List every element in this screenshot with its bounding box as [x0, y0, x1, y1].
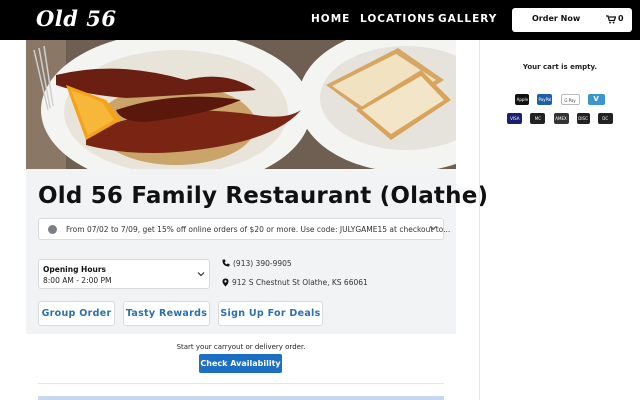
opening-hours-title: Opening Hours — [43, 265, 106, 274]
promo-text: From 07/02 to 7/09, get 15% off online o… — [66, 225, 451, 234]
nav-locations[interactable]: LOCATIONS — [360, 13, 436, 25]
section-strip — [38, 396, 444, 400]
payment-methods-row-2: VISA MC AMEX DISC DC — [480, 108, 640, 127]
apple-pay-icon: Apple Pay — [515, 94, 530, 105]
phone-icon — [222, 259, 230, 267]
visa-icon: VISA — [507, 113, 523, 124]
divider — [38, 383, 444, 384]
sign-up-deals-button[interactable]: Sign Up For Deals — [218, 301, 323, 326]
order-now-button[interactable]: Order Now 0 — [512, 8, 632, 32]
venmo-icon: V — [587, 94, 605, 105]
paypal-icon: PayPal — [537, 94, 553, 105]
mastercard-icon: MC — [530, 113, 546, 124]
cart-count: 0 — [618, 14, 624, 23]
payment-methods-row-1: Apple Pay PayPal G Pay V — [480, 89, 640, 108]
group-order-button[interactable]: Group Order — [38, 301, 115, 326]
hero-food-image — [26, 40, 456, 169]
address-text[interactable]: 912 S Chestnut St Olathe, KS 66061 — [232, 278, 368, 287]
check-availability-button[interactable]: Check Availability — [199, 354, 282, 373]
opening-hours-dropdown[interactable]: Opening Hours 8:00 AM - 2:00 PM — [38, 259, 210, 289]
opening-hours-value: 8:00 AM - 2:00 PM — [43, 276, 112, 285]
nav-gallery[interactable]: GALLERY — [438, 13, 497, 25]
restaurant-panel: Old 56 Family Restaurant (Olathe) From 0… — [26, 40, 488, 400]
phone-number[interactable]: (913) 390-9905 — [233, 259, 292, 268]
tasty-rewards-button[interactable]: Tasty Rewards — [123, 301, 210, 326]
availability-section: Start your carryout or delivery order. C… — [26, 334, 456, 400]
google-pay-icon: G Pay — [560, 94, 580, 105]
brand-logo[interactable]: Old 56 — [36, 6, 117, 31]
discover-icon: DISC — [576, 113, 590, 124]
availability-prompt: Start your carryout or delivery order. — [176, 343, 306, 351]
chevron-down-icon — [429, 226, 437, 231]
promo-banner[interactable]: From 07/02 to 7/09, get 15% off online o… — [38, 218, 450, 240]
top-navbar: Old 56 HOME LOCATIONS GALLERY Order Now … — [0, 0, 640, 40]
chevron-down-icon — [197, 272, 205, 277]
diners-club-icon: DC — [597, 113, 613, 124]
amex-icon: AMEX — [553, 113, 569, 124]
cart-empty-message: Your cart is empty. — [522, 63, 598, 71]
restaurant-name: Old 56 Family Restaurant (Olathe) — [38, 183, 489, 209]
info-icon — [48, 225, 57, 234]
order-now-label: Order Now — [532, 14, 581, 23]
location-pin-icon — [222, 278, 229, 287]
nav-home[interactable]: HOME — [311, 13, 350, 25]
cart-icon — [606, 15, 616, 24]
